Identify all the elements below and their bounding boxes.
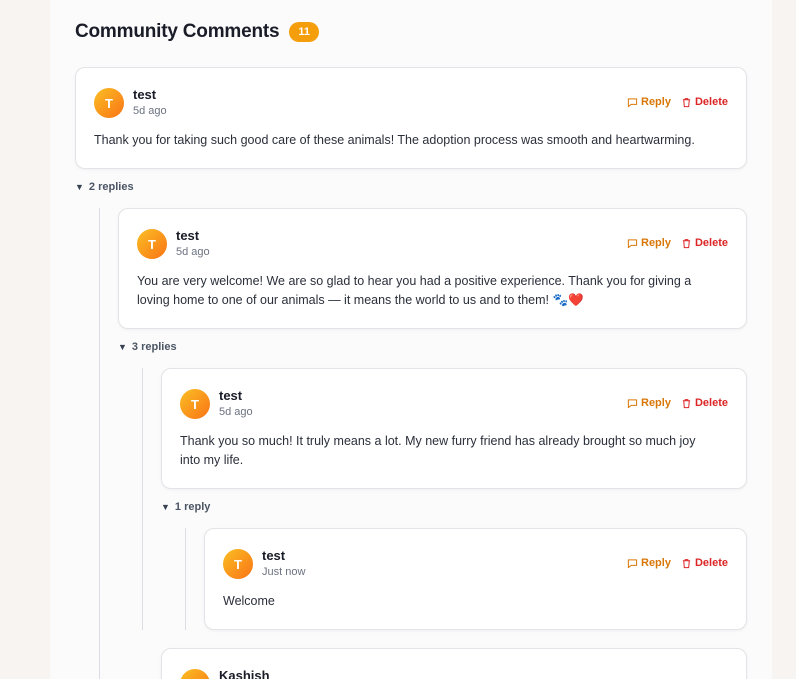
- reply-button[interactable]: Reply: [627, 237, 671, 249]
- comment-time: 5d ago: [176, 246, 210, 258]
- comment-card: T test Just now Reply Delete Welcome: [204, 528, 747, 630]
- collapse-arrow-icon: ▼: [75, 182, 84, 192]
- delete-label: Delete: [694, 96, 728, 108]
- comment-card: T test 5d ago Reply Delete Thank you for…: [75, 67, 747, 169]
- reply-button[interactable]: Reply: [627, 397, 671, 409]
- delete-label: Delete: [694, 237, 728, 249]
- comment-actions: Reply Delete: [627, 96, 728, 108]
- comment-card: T test 5d ago Reply Delete Thank you so …: [161, 368, 747, 489]
- comment-author: Kashish: [219, 668, 270, 679]
- avatar: T: [223, 549, 253, 579]
- reply-button[interactable]: Reply: [627, 96, 671, 108]
- comment-text: Welcome: [223, 594, 275, 608]
- comment-author: test: [219, 388, 243, 403]
- comment-actions: Reply Delete: [627, 397, 728, 409]
- avatar: T: [137, 229, 167, 259]
- delete-button[interactable]: Delete: [681, 557, 728, 569]
- trash-icon: [682, 97, 691, 107]
- replies-toggle-label: 2 replies: [88, 181, 134, 193]
- delete-button[interactable]: Delete: [681, 237, 728, 249]
- avatar: T: [180, 389, 210, 419]
- thread-line: [185, 528, 186, 630]
- reply-label: Reply: [641, 557, 671, 569]
- comment-card: K Kashish: [161, 648, 747, 679]
- comment-actions: Reply Delete: [627, 237, 728, 249]
- replies-toggle-label: 3 replies: [131, 341, 177, 353]
- reply-icon: [627, 238, 638, 248]
- page-title: Community Comments: [75, 21, 280, 42]
- reply-label: Reply: [641, 397, 671, 409]
- comment-author: test: [262, 548, 286, 563]
- comment-time: 5d ago: [219, 406, 253, 418]
- reply-icon: [627, 97, 638, 107]
- collapse-arrow-icon: ▼: [161, 502, 170, 512]
- replies-toggle[interactable]: ▼ 1 reply: [161, 501, 210, 513]
- replies-toggle-label: 1 reply: [174, 501, 211, 513]
- comment-count-badge: 11: [289, 22, 320, 42]
- avatar: T: [94, 88, 124, 118]
- collapse-arrow-icon: ▼: [118, 342, 127, 352]
- delete-button[interactable]: Delete: [681, 397, 728, 409]
- comment-card: T test 5d ago Reply Delete You are very …: [118, 208, 747, 329]
- thread-line: [99, 208, 100, 679]
- comment-text: Thank you for taking such good care of t…: [94, 133, 695, 147]
- comment-text: You are very welcome! We are so glad to …: [137, 274, 692, 307]
- reply-icon: [627, 398, 638, 408]
- replies-toggle[interactable]: ▼ 2 replies: [75, 181, 134, 193]
- comment-time: 5d ago: [133, 105, 167, 117]
- comment-author: test: [133, 87, 157, 102]
- comment-time: Just now: [262, 566, 306, 578]
- comment-author: test: [176, 228, 200, 243]
- reply-button[interactable]: Reply: [627, 557, 671, 569]
- comment-text: Thank you so much! It truly means a lot.…: [180, 434, 696, 467]
- reply-icon: [627, 558, 638, 568]
- reply-label: Reply: [641, 237, 671, 249]
- thread-line: [142, 368, 143, 630]
- delete-label: Delete: [694, 557, 728, 569]
- replies-toggle[interactable]: ▼ 3 replies: [118, 341, 177, 353]
- delete-button[interactable]: Delete: [681, 96, 728, 108]
- avatar: K: [180, 669, 210, 679]
- comment-actions: Reply Delete: [627, 557, 728, 569]
- comments-header: Community Comments 11: [75, 18, 320, 46]
- trash-icon: [682, 238, 691, 248]
- reply-label: Reply: [641, 96, 671, 108]
- delete-label: Delete: [694, 397, 728, 409]
- trash-icon: [682, 398, 691, 408]
- trash-icon: [682, 558, 691, 568]
